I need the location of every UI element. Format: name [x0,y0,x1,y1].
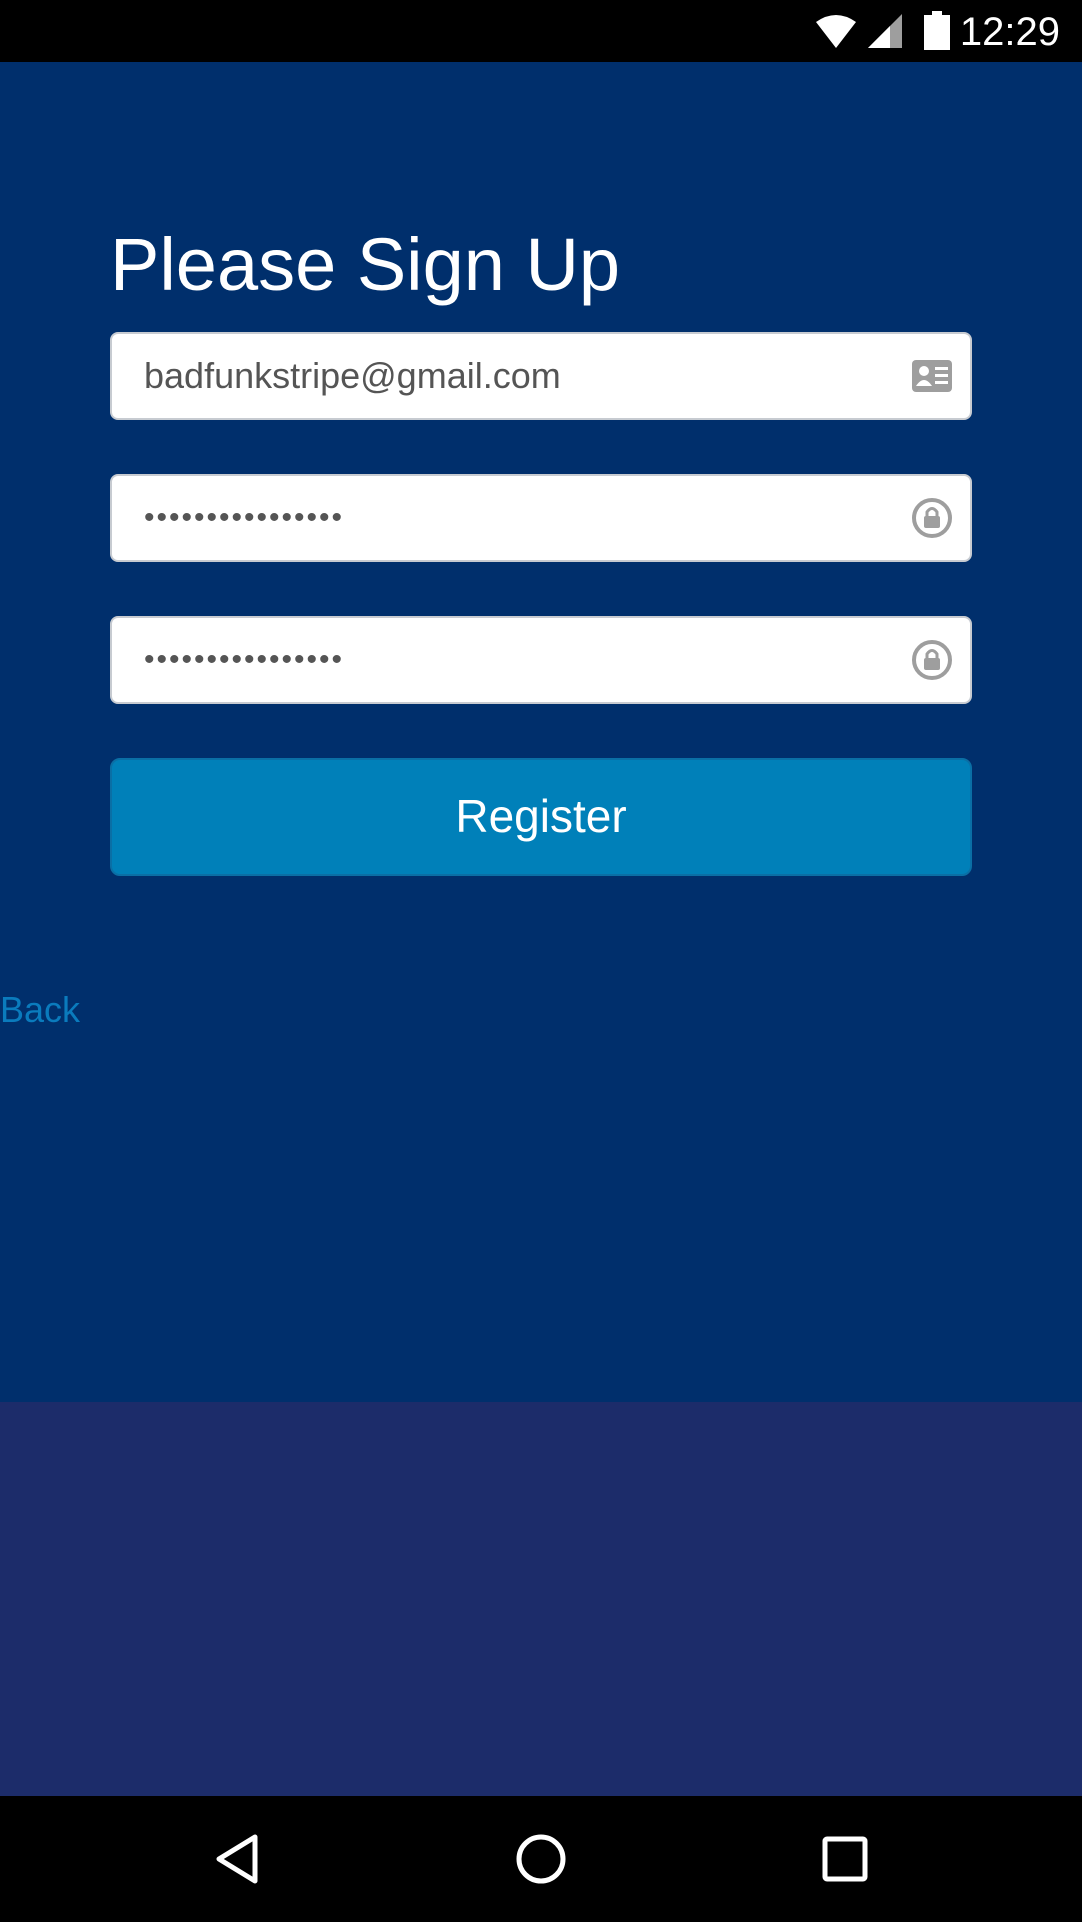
confirm-password-field-container [110,616,972,704]
wifi-icon [816,15,856,48]
email-field[interactable] [144,334,884,418]
lock-icon [912,640,952,680]
back-triangle-icon[interactable] [207,1829,267,1889]
password-field-container [110,474,972,562]
signal-icon [868,14,902,48]
contact-card-icon [912,360,952,392]
battery-icon [924,11,950,50]
password-field[interactable] [144,476,884,560]
email-field-container [110,332,972,420]
status-bar: 12:29 [0,0,1082,62]
page-title: Please Sign Up [110,223,621,306]
lower-background-band [0,1402,1082,1796]
recents-square-icon[interactable] [815,1829,875,1889]
clock: 12:29 [959,10,1060,54]
lock-icon [912,498,952,538]
phone-screen: 12:29 Please Sign Up badfunkstripe@gmail… [0,0,1082,1922]
navigation-bar [0,1796,1082,1922]
home-circle-icon[interactable] [511,1829,571,1889]
register-button[interactable]: Register [110,758,972,876]
back-link[interactable]: Back [0,990,80,1030]
confirm-password-field[interactable] [144,618,884,702]
signup-form: Please Sign Up badfunkstripe@gmail.com R… [0,62,1082,1402]
